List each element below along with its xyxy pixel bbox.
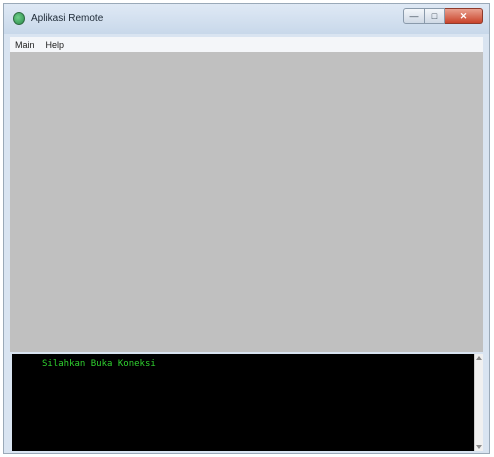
maximize-button[interactable]: □ [425, 8, 445, 24]
menu-item-help[interactable]: Help [41, 40, 71, 50]
close-icon: ✕ [459, 10, 468, 21]
console-panel[interactable]: Silahkan Buka Koneksi [12, 354, 483, 451]
maximize-icon: □ [431, 11, 438, 21]
console-scrollbar[interactable] [474, 354, 483, 451]
app-window: Aplikasi Remote — □ ✕ Main Help Silahkan… [3, 3, 490, 454]
menu-bar: Main Help [10, 37, 483, 52]
scroll-up-arrow-icon[interactable] [476, 356, 482, 360]
app-icon [13, 12, 25, 25]
remote-display-area[interactable] [10, 52, 483, 352]
scroll-down-arrow-icon[interactable] [476, 445, 482, 449]
console-message: Silahkan Buka Koneksi [42, 359, 156, 369]
minimize-button[interactable]: — [403, 8, 425, 24]
menu-item-main[interactable]: Main [10, 40, 41, 50]
window-controls: — □ ✕ [403, 8, 483, 24]
minimize-icon: — [409, 11, 419, 21]
title-bar[interactable]: Aplikasi Remote — □ ✕ [4, 4, 489, 34]
close-button[interactable]: ✕ [445, 8, 483, 24]
window-title: Aplikasi Remote [31, 13, 104, 24]
